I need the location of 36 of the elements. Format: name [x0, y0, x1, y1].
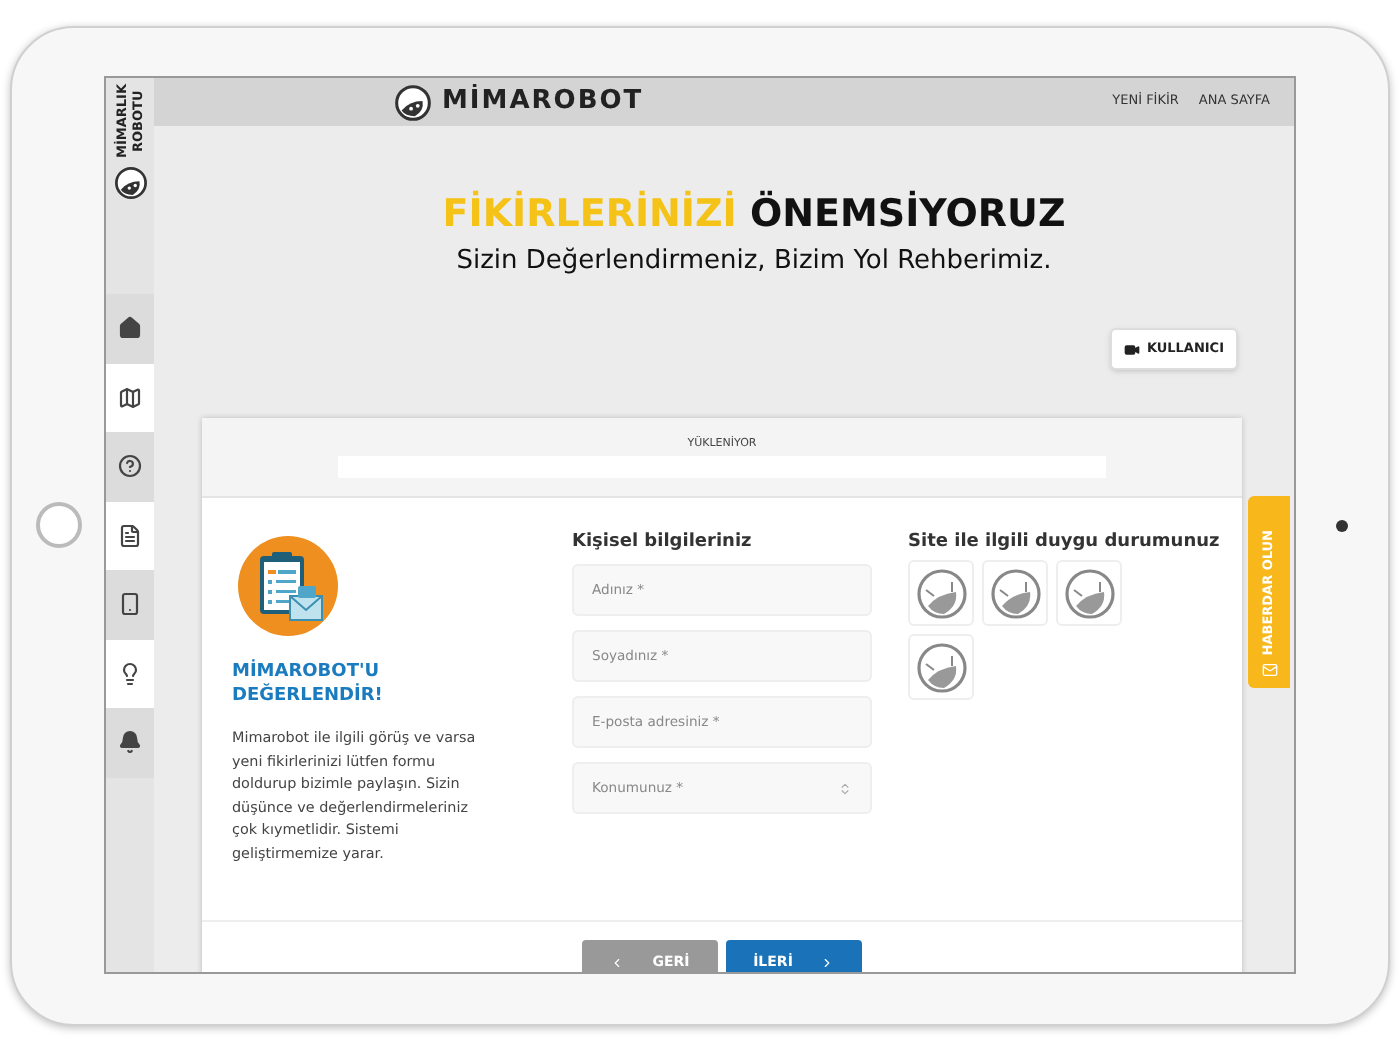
envelope-icon — [1261, 662, 1277, 678]
hero-subtitle: Sizin Değerlendirmeniz, Bizim Yol Rehberimiz. — [456, 244, 1052, 280]
sidebar-item[interactable] — [106, 501, 154, 570]
mood-option[interactable] — [908, 560, 974, 626]
video-camera-icon — [1124, 341, 1141, 357]
sidebar-item[interactable] — [106, 363, 154, 432]
home-icon — [118, 316, 142, 341]
select-arrows-icon — [838, 781, 852, 795]
robot-face-icon — [915, 641, 967, 693]
sidebar-item[interactable] — [106, 570, 154, 639]
chevron-right-icon — [820, 955, 835, 969]
mood-option[interactable] — [982, 560, 1048, 626]
robot-logo-icon — [113, 166, 147, 200]
bell-icon — [118, 730, 142, 755]
robot-logo-icon — [394, 83, 432, 121]
question-mark-icon — [118, 454, 142, 479]
site-logo-text: MİMAROBOT — [442, 82, 644, 121]
mood-option[interactable] — [908, 634, 974, 700]
mood-heading: Site ile ilgili duygu durumunuz — [908, 530, 1218, 554]
robot-face-icon — [989, 567, 1041, 619]
phone-icon — [118, 592, 142, 617]
sidebar-item[interactable] — [106, 294, 154, 363]
map-icon — [118, 385, 142, 410]
lightbulb-icon — [118, 661, 142, 686]
mood-option[interactable] — [1056, 560, 1122, 626]
sidebar-item[interactable] — [106, 639, 154, 708]
robot-face-icon — [1063, 567, 1115, 619]
intro-title: MİMAROBOT'U DEĞERLENDİR! — [232, 660, 385, 708]
sidebar-item[interactable] — [106, 432, 154, 501]
clipboard-envelope-drawing — [238, 536, 338, 636]
personal-info-heading: Kişisel bilgileriniz — [572, 530, 754, 554]
sidebar-item[interactable] — [106, 708, 154, 777]
chevron-left-icon — [610, 955, 625, 969]
hero-title: FİKİRLERİNİZİ ÖNEMSİYORUZ — [442, 190, 1066, 238]
document-icon — [118, 523, 142, 548]
robot-face-icon — [915, 567, 967, 619]
